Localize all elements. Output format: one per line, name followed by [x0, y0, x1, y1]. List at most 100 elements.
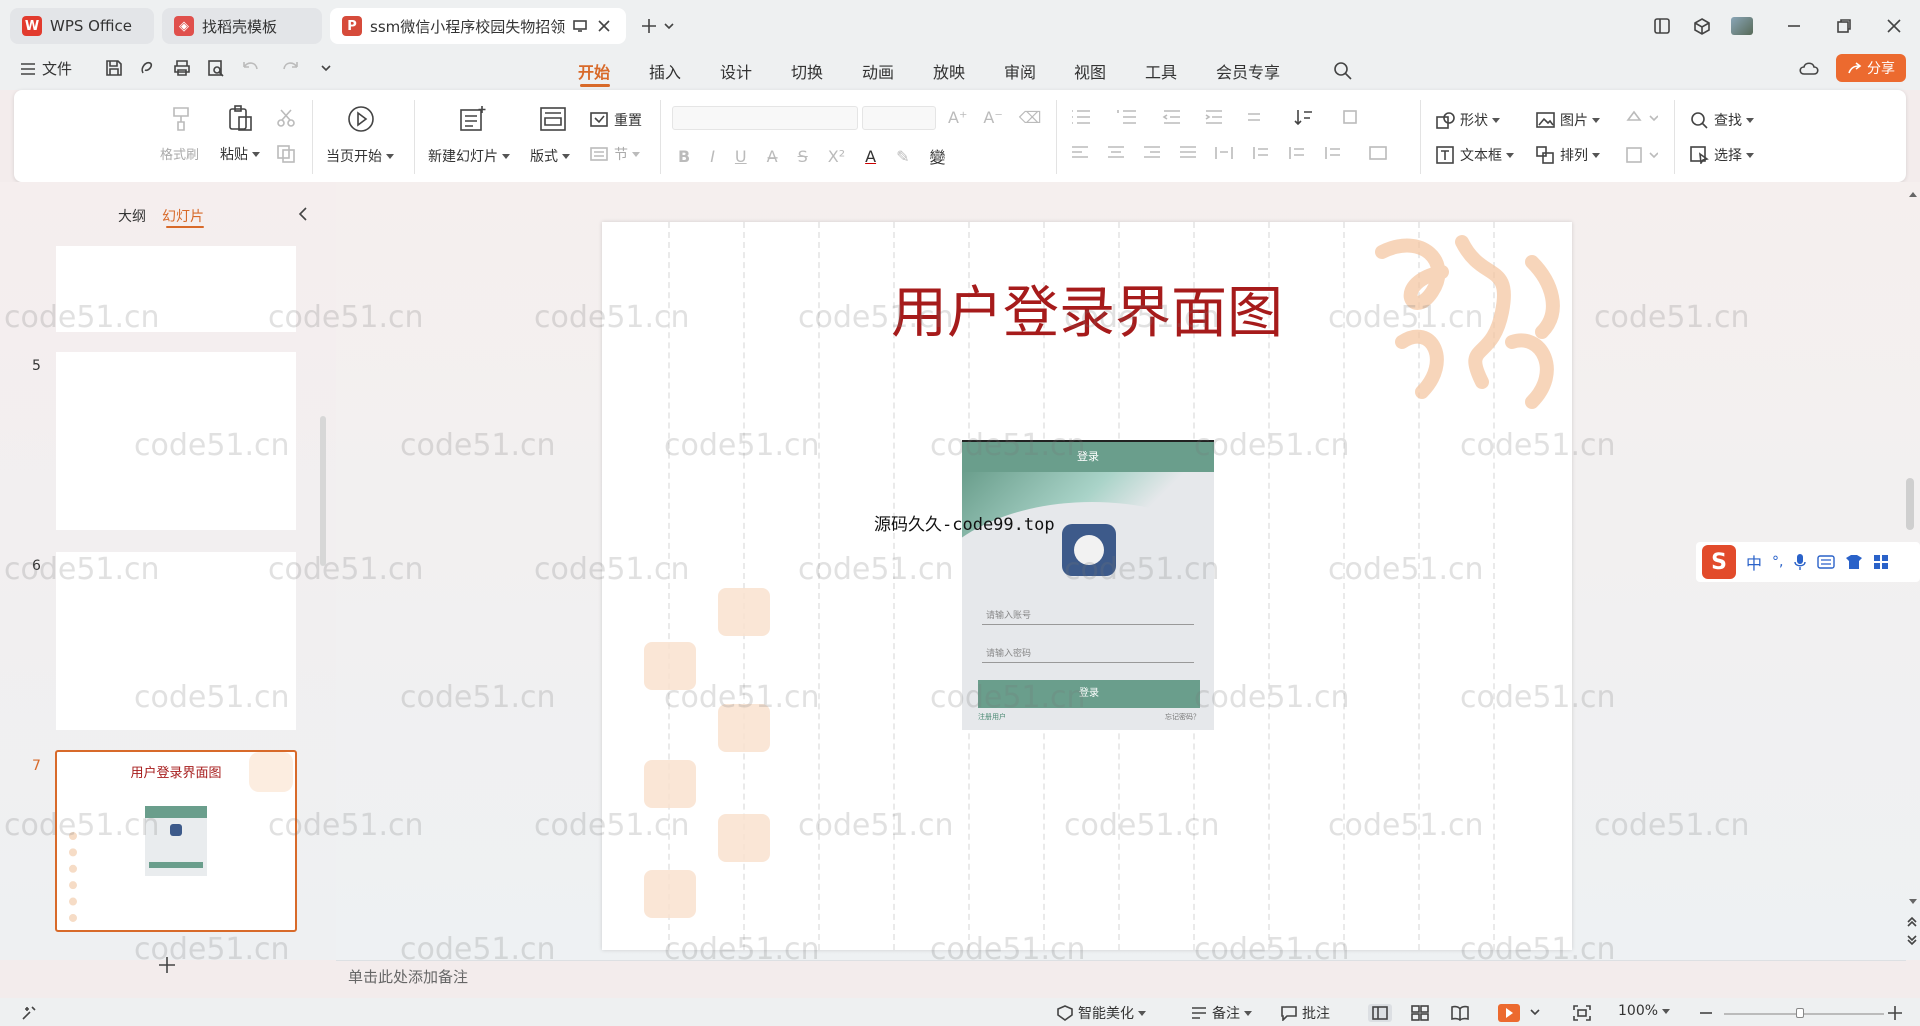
scroll-down-icon[interactable] — [1908, 898, 1918, 906]
justify-icon[interactable] — [1178, 145, 1198, 161]
slide-thumbnail-7[interactable]: 用户登录界面图 — [55, 750, 297, 932]
close-tab-icon[interactable] — [597, 19, 611, 33]
menu-item-slideshow[interactable]: 放映 — [933, 58, 965, 84]
slide-thumbnail-5[interactable] — [56, 352, 296, 530]
toolbox-icon[interactable] — [1873, 554, 1889, 570]
sogou-logo-icon[interactable]: S — [1702, 545, 1736, 579]
shape-button[interactable]: 形状 — [1436, 110, 1500, 130]
menu-item-design[interactable]: 设计 — [720, 58, 752, 84]
distribute-icon[interactable] — [1214, 145, 1234, 161]
previous-slide-icon[interactable] — [1906, 916, 1918, 928]
font-family-select[interactable] — [672, 106, 858, 130]
layout-icon[interactable] — [1648, 12, 1676, 40]
slideshow-play-button[interactable] — [1498, 1004, 1520, 1022]
notes-placeholder[interactable]: 单击此处添加备注 — [348, 966, 468, 987]
underline-icon[interactable]: U — [735, 147, 747, 166]
share-button[interactable]: 分享 — [1836, 54, 1906, 82]
outline-tab[interactable]: 大纲 — [118, 206, 146, 226]
numbering-icon[interactable] — [1116, 108, 1140, 126]
select-button[interactable]: 选择 — [1690, 145, 1754, 165]
panel-scrollbar[interactable] — [320, 416, 326, 566]
bold-icon[interactable]: B — [678, 147, 690, 166]
copy-icon[interactable] — [276, 144, 296, 164]
paste-button[interactable]: 粘贴 — [220, 144, 260, 164]
highlight-icon[interactable]: ✎ — [896, 147, 909, 166]
menu-item-tools[interactable]: 工具 — [1145, 58, 1177, 84]
find-button[interactable]: 查找 — [1690, 110, 1754, 130]
play-from-current-button[interactable]: 当页开始 — [326, 146, 394, 166]
reset-button[interactable]: 重置 — [590, 110, 642, 130]
strike-shadow-icon[interactable]: A̶ — [767, 147, 778, 166]
align-left-icon[interactable] — [1070, 145, 1090, 161]
cloud-icon[interactable] — [1798, 58, 1822, 80]
text-align-dropdown-icon[interactable] — [1368, 145, 1398, 161]
phonetic-icon[interactable]: 變 — [929, 144, 945, 168]
file-menu[interactable]: 文件 — [20, 58, 72, 79]
status-settings-icon[interactable] — [20, 1004, 40, 1022]
slides-tab[interactable]: 幻灯片 — [162, 206, 204, 226]
normal-view-button[interactable] — [1368, 1004, 1392, 1022]
slide-canvas[interactable]: 用户登录界面图 登录 请输入账号 请输入密码 登录 注册用户 忘记密码？ 源码久… — [602, 222, 1572, 950]
new-slide-button[interactable]: 新建幻灯片 — [428, 146, 510, 166]
save-icon[interactable] — [104, 58, 124, 78]
menu-item-home[interactable]: 开始 — [578, 58, 610, 84]
italic-icon[interactable]: I — [710, 147, 715, 166]
smart-beautify-button[interactable]: 智能美化 — [1056, 1003, 1146, 1023]
tab-docer-templates[interactable]: ◈ 找稻壳模板 — [162, 8, 322, 44]
keyboard-icon[interactable] — [1817, 555, 1836, 569]
sort-icon[interactable] — [1294, 108, 1320, 126]
notes-toggle-button[interactable]: 备注 — [1190, 1003, 1252, 1023]
line-spacing-icon[interactable] — [1250, 145, 1270, 161]
zoom-out-icon[interactable] — [1698, 1006, 1714, 1020]
menu-item-view[interactable]: 视图 — [1074, 58, 1106, 84]
zoom-slider[interactable] — [1724, 1013, 1884, 1015]
bullets-icon[interactable] — [1070, 108, 1094, 126]
slide-title[interactable]: 用户登录界面图 — [752, 268, 1422, 349]
superscript-icon[interactable]: X² — [828, 147, 845, 166]
cut-icon[interactable] — [276, 108, 296, 128]
decrease-font-icon[interactable]: A⁻ — [983, 108, 1002, 127]
ime-language-toggle[interactable]: 中 — [1746, 550, 1762, 574]
comments-button[interactable]: 批注 — [1280, 1003, 1330, 1023]
strikethrough-icon[interactable]: S — [798, 147, 808, 166]
menu-item-member[interactable]: 会员专享 — [1216, 58, 1280, 84]
chevron-down-icon[interactable] — [320, 58, 332, 78]
cube-icon[interactable] — [1688, 12, 1716, 40]
print-preview-icon[interactable] — [206, 58, 226, 78]
next-slide-icon[interactable] — [1906, 934, 1918, 946]
print-icon[interactable] — [172, 58, 192, 78]
align-center-icon[interactable] — [1106, 145, 1126, 161]
export-pdf-icon[interactable] — [138, 58, 158, 78]
outline-icon[interactable] — [1624, 145, 1658, 165]
avatar[interactable] — [1728, 12, 1756, 40]
tab-wps-office[interactable]: W WPS Office — [10, 8, 154, 44]
slide-thumbnail-4[interactable] — [56, 246, 296, 332]
new-tab-button[interactable] — [640, 14, 680, 38]
picture-button[interactable]: 图片 — [1536, 110, 1600, 130]
undo-icon[interactable] — [240, 58, 266, 78]
layout-icon[interactable] — [538, 104, 568, 134]
reading-view-icon[interactable] — [1450, 1004, 1470, 1022]
login-screenshot-image[interactable]: 登录 请输入账号 请输入密码 登录 注册用户 忘记密码？ — [962, 440, 1214, 730]
menu-item-review[interactable]: 审阅 — [1004, 58, 1036, 84]
arrange-button[interactable]: 排列 — [1536, 145, 1600, 165]
convert-icon[interactable] — [1342, 108, 1362, 126]
new-slide-icon[interactable] — [458, 104, 488, 134]
redo-icon[interactable] — [280, 58, 306, 78]
zoom-slider-thumb[interactable] — [1796, 1008, 1804, 1018]
monitor-icon[interactable] — [573, 19, 588, 33]
close-window-button[interactable] — [1880, 12, 1908, 40]
menu-item-transition[interactable]: 切换 — [791, 58, 823, 84]
play-icon[interactable] — [346, 104, 376, 134]
increase-font-icon[interactable]: A⁺ — [948, 108, 967, 127]
section-button[interactable]: 节 — [590, 144, 640, 164]
menu-item-insert[interactable]: 插入 — [649, 58, 681, 84]
microphone-icon[interactable] — [1793, 553, 1807, 571]
minimize-button[interactable] — [1780, 12, 1808, 40]
decrease-indent-icon[interactable] — [1162, 108, 1182, 126]
tab-current-presentation[interactable]: P ssm微信小程序校园失物招领 — [330, 8, 626, 44]
increase-indent-icon[interactable] — [1204, 108, 1224, 126]
skin-icon[interactable] — [1845, 554, 1863, 570]
vertical-scrollbar[interactable] — [1906, 478, 1914, 530]
slide-sorter-icon[interactable] — [1410, 1004, 1430, 1022]
